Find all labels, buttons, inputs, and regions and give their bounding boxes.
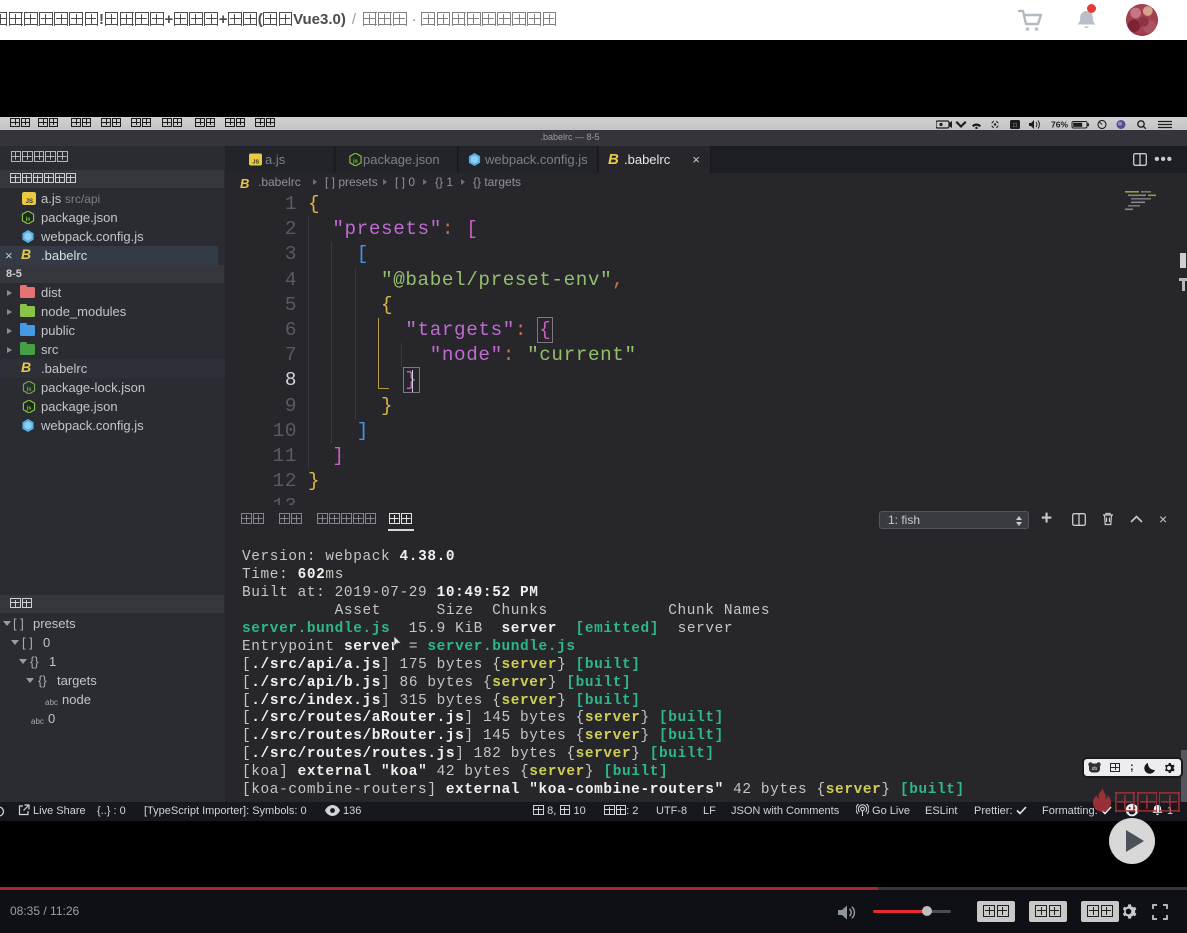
svg-text:□: □ [1013, 122, 1017, 129]
svg-text:js: js [352, 158, 358, 164]
svg-text:js: js [26, 386, 32, 392]
svg-text:76%: 76% [1051, 120, 1068, 129]
svg-text:du: du [1092, 766, 1098, 772]
svg-text:js: js [25, 216, 31, 222]
svg-text:JS: JS [252, 160, 259, 166]
svg-text:JS: JS [26, 199, 33, 205]
svg-text:js: js [26, 405, 32, 411]
